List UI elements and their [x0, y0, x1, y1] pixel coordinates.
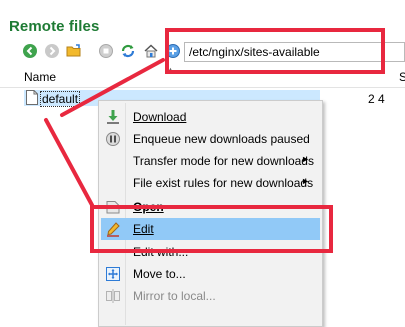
remote-files-title: Remote files: [9, 18, 100, 35]
column-size-header[interactable]: S: [399, 70, 405, 84]
file-icon: [26, 90, 38, 105]
submenu-arrow-icon: ►: [301, 154, 310, 164]
enqueue-icon: [105, 131, 121, 147]
menu-item-move-to-label: Move to...: [133, 267, 186, 281]
column-name-header[interactable]: Name: [24, 70, 56, 84]
menu-item-download-label: Download: [133, 110, 187, 124]
menu-item-mirror-label: Mirror to local...: [133, 289, 216, 303]
menu-item-enqueue-paused[interactable]: Enqueue new downloads paused: [101, 128, 320, 150]
menu-item-download[interactable]: Download: [101, 106, 320, 128]
annotation-box-edit: [90, 205, 333, 253]
stop-icon[interactable]: [98, 43, 114, 59]
home-icon[interactable]: [143, 43, 159, 59]
menu-item-transfer-mode[interactable]: Transfer mode for new downloads ►: [101, 150, 320, 172]
submenu-arrow-icon: ►: [301, 176, 310, 186]
menu-item-transfer-mode-label: Transfer mode for new downloads: [133, 154, 314, 168]
file-size: 2 4: [368, 92, 385, 106]
move-icon: [105, 266, 121, 282]
back-icon[interactable]: [22, 43, 38, 59]
menu-item-file-exist-rules-label: File exist rules for new downloads: [133, 176, 314, 190]
menu-item-enqueue-label: Enqueue new downloads paused: [133, 132, 310, 146]
menu-item-file-exist-rules[interactable]: File exist rules for new downloads ►: [101, 172, 320, 194]
forward-icon[interactable]: [44, 43, 60, 59]
file-name[interactable]: default: [40, 91, 81, 107]
open-folder-icon[interactable]: [66, 43, 82, 59]
download-icon: [105, 109, 121, 125]
menu-item-move-to[interactable]: Move to...: [101, 263, 320, 285]
menu-item-mirror-to-local: Mirror to local...: [101, 285, 320, 307]
annotation-line-to-edit: [44, 118, 94, 207]
refresh-icon[interactable]: [120, 43, 136, 59]
mirror-icon: [105, 288, 121, 304]
annotation-box-path: [165, 28, 385, 74]
